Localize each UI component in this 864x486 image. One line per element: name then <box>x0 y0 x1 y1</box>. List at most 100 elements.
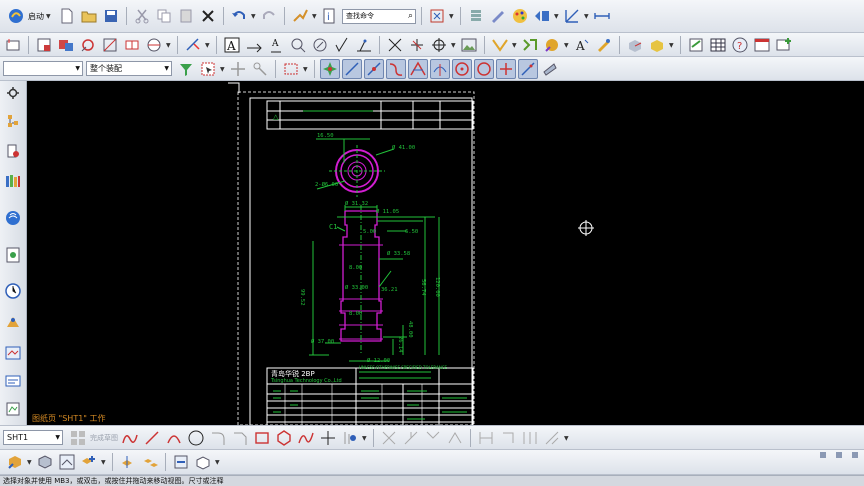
arc-center-icon[interactable] <box>430 59 450 79</box>
studio-spline-icon[interactable] <box>296 428 316 448</box>
wcs-icon[interactable] <box>562 6 582 26</box>
exploded-views-icon[interactable] <box>171 452 191 472</box>
part-navigator-icon[interactable] <box>3 171 23 191</box>
sequence-dropdown-arrow-icon[interactable]: ▼ <box>215 459 221 466</box>
revolved-section-icon[interactable] <box>144 35 164 55</box>
help-icon[interactable]: ? <box>730 35 750 55</box>
quick-extend-icon[interactable] <box>401 428 421 448</box>
paste-icon[interactable] <box>176 6 196 26</box>
component-dropdown-arrow-icon[interactable]: ▼ <box>669 42 675 49</box>
process-studio-icon[interactable] <box>3 311 23 331</box>
intersection-point-icon[interactable] <box>408 59 428 79</box>
move-icon[interactable] <box>228 59 248 79</box>
spreadsheet-icon[interactable] <box>708 35 728 55</box>
dim-text[interactable]: 16.50 <box>317 133 334 139</box>
dim-text[interactable]: Ø 33.00 <box>345 285 368 291</box>
dim-text[interactable]: Ø 11.05 <box>376 209 399 215</box>
dim-text[interactable]: C1 <box>329 223 337 231</box>
point-on-curve-icon[interactable] <box>474 59 494 79</box>
roles-icon[interactable] <box>752 35 772 55</box>
geometric-constraint-icon[interactable] <box>498 428 518 448</box>
command-finder-icon[interactable] <box>290 6 310 26</box>
datum-target-icon[interactable] <box>288 35 308 55</box>
chamfer-icon[interactable] <box>230 428 250 448</box>
start-button[interactable]: 启动 ▼ <box>3 6 55 26</box>
assembly-constraints-icon[interactable] <box>79 452 99 472</box>
table-annotation-icon[interactable] <box>490 35 510 55</box>
dim-text[interactable]: 5.00 <box>363 229 376 235</box>
section-view-icon[interactable] <box>100 35 120 55</box>
measure-distance-icon[interactable] <box>592 6 612 26</box>
dim-text[interactable]: 8.00 <box>349 311 362 317</box>
dim-text[interactable]: 26.14 <box>397 336 403 353</box>
add-table-icon[interactable] <box>774 35 794 55</box>
edit-annotation-icon[interactable] <box>594 35 614 55</box>
constraints-dropdown-arrow-icon[interactable]: ▼ <box>101 459 107 466</box>
control-point-icon[interactable] <box>386 59 406 79</box>
point-icon[interactable] <box>318 428 338 448</box>
arc-icon[interactable] <box>164 428 184 448</box>
detail-view-icon[interactable] <box>78 35 98 55</box>
datum-feature-symbol-icon[interactable]: A <box>266 35 286 55</box>
select-objects-icon[interactable] <box>198 59 218 79</box>
delete-icon[interactable] <box>198 6 218 26</box>
dim-text[interactable]: Ø 37.00 <box>311 339 334 345</box>
text-style-icon[interactable]: A <box>572 35 592 55</box>
view-dropdown-arrow-icon[interactable]: ▼ <box>166 42 172 49</box>
dim-text[interactable]: 56.74 <box>420 279 426 296</box>
feature-control-frame-icon[interactable] <box>244 35 264 55</box>
assembly-navigator-icon[interactable] <box>3 111 23 131</box>
new-file-icon[interactable] <box>57 6 77 26</box>
curve-dropdown-arrow-icon[interactable]: ▼ <box>362 435 368 442</box>
undo-icon[interactable] <box>229 6 249 26</box>
dim-text[interactable]: 6.50 <box>405 229 418 235</box>
symbol-callout-icon[interactable] <box>310 35 330 55</box>
system-materials-clock-icon[interactable] <box>3 281 23 301</box>
circle-icon[interactable] <box>186 428 206 448</box>
auto-balloon-icon[interactable] <box>542 35 562 55</box>
dim-text[interactable]: Ø 41.00 <box>392 145 415 151</box>
dim-text[interactable]: 36.21 <box>381 287 398 293</box>
undo-dropdown-arrow-icon[interactable]: ▼ <box>251 13 257 20</box>
snap-point-enable-icon[interactable] <box>320 59 340 79</box>
centermark-icon[interactable] <box>385 35 405 55</box>
fillet-icon[interactable] <box>208 428 228 448</box>
show-constraints-icon[interactable] <box>520 428 540 448</box>
component-hide-icon[interactable] <box>625 35 645 55</box>
layer-settings-icon[interactable] <box>466 6 486 26</box>
snap-settings-icon[interactable] <box>250 59 270 79</box>
end-point-icon[interactable] <box>342 59 362 79</box>
system-scenes-icon[interactable] <box>3 399 23 419</box>
graphics-window[interactable]: △ 16.50 Ø 41.00 2-Ø6.00 Ø 31.32 Ø 11.05 … <box>27 81 864 425</box>
new-sheet-icon[interactable] <box>3 35 23 55</box>
history-icon[interactable] <box>3 245 23 265</box>
move-component-icon[interactable] <box>140 452 160 472</box>
dim-text[interactable]: Ø 12.00 <box>367 358 390 364</box>
target-point-icon[interactable] <box>429 35 449 55</box>
selection-scope-select[interactable]: 整个装配 ▼ <box>86 61 172 76</box>
finish-sketch-icon[interactable] <box>68 428 88 448</box>
polygon-icon[interactable] <box>274 428 294 448</box>
profile-icon[interactable] <box>120 428 140 448</box>
dim-text[interactable]: 99.52 <box>299 289 305 306</box>
rectangle-icon[interactable] <box>252 428 272 448</box>
point-on-surface-icon[interactable] <box>518 59 538 79</box>
mirror-assembly-icon[interactable] <box>118 452 138 472</box>
dim-text[interactable]: 48.00 <box>407 321 413 338</box>
dimension-dropdown-arrow-icon[interactable]: ▼ <box>205 42 211 49</box>
projected-view-icon[interactable] <box>56 35 76 55</box>
reuse-library-icon[interactable] <box>3 208 23 228</box>
new-component-icon[interactable] <box>35 452 55 472</box>
weld-symbol-icon[interactable] <box>354 35 374 55</box>
existing-point-icon[interactable] <box>496 59 516 79</box>
balloon-dropdown-arrow-icon[interactable]: ▼ <box>564 42 570 49</box>
window-minimize-icon[interactable] <box>820 452 826 458</box>
constraint-navigator-icon[interactable] <box>3 141 23 161</box>
fit-view-icon[interactable] <box>427 6 447 26</box>
dim-text[interactable]: Ø 33.58 <box>387 251 410 257</box>
image-icon[interactable] <box>459 35 479 55</box>
table-dropdown-arrow-icon[interactable]: ▼ <box>512 42 518 49</box>
rapid-dimension-icon[interactable] <box>183 35 203 55</box>
roles-panel-icon[interactable] <box>3 371 23 391</box>
save-icon[interactable] <box>101 6 121 26</box>
